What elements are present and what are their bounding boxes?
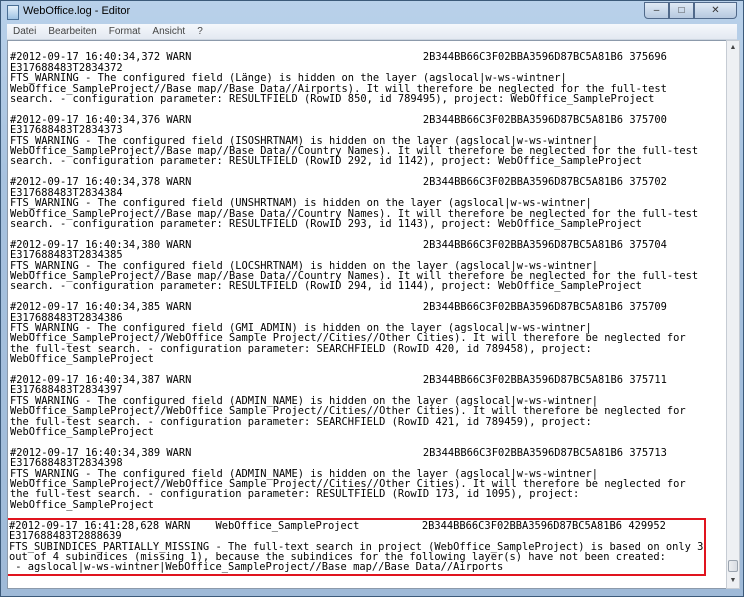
highlighted-log-entry: #2012-09-17 16:41:28,628 WARN WebOffice_…: [8, 517, 707, 576]
log-entry: #2012-09-17 16:40:34,389 WARN 2B344BB66C…: [10, 437, 702, 520]
notepad-icon: [7, 5, 19, 20]
log-line: search. - configuration parameter: RESUL…: [10, 155, 642, 168]
title-bar[interactable]: WebOffice.log - Editor – □ ✕: [1, 1, 743, 23]
vertical-scrollbar[interactable]: ▲ ▼: [726, 40, 740, 589]
log-entry: #2012-09-17 16:40:34,372 WARN 2B344BB66C…: [10, 42, 702, 104]
menu-datei[interactable]: Datei: [7, 26, 42, 37]
menu-help[interactable]: ?: [191, 26, 209, 37]
log-line: E317688483T2834385: [10, 249, 123, 262]
log-line: - agslocal|w-ws-wintner|WebOffice_Sample…: [9, 561, 504, 574]
menu-bearbeiten[interactable]: Bearbeiten: [42, 26, 102, 37]
log-line: search. - configuration parameter: RESUL…: [10, 93, 655, 106]
window-title: WebOffice.log - Editor: [23, 5, 131, 17]
log-line: FTS_WARNING - The configured field (UNSH…: [10, 197, 592, 210]
log-content[interactable]: #2012-09-17 16:40:34,372 WARN 2B344BB66C…: [8, 42, 707, 576]
editor-window: WebOffice.log - Editor – □ ✕ Datei Bearb…: [0, 0, 744, 597]
log-line: #2012-09-17 16:40:34,385 WARN 2B344BB66C…: [10, 301, 667, 314]
scroll-down-arrow-icon[interactable]: ▼: [727, 574, 739, 588]
log-line: search. - configuration parameter: RESUL…: [10, 217, 642, 230]
minimize-button[interactable]: –: [644, 2, 669, 19]
menu-bar: Datei Bearbeiten Format Ansicht ?: [7, 24, 737, 40]
menu-ansicht[interactable]: Ansicht: [146, 26, 191, 37]
log-entry: #2012-09-17 16:40:34,385 WARN 2B344BB66C…: [10, 292, 702, 365]
menu-format[interactable]: Format: [103, 26, 147, 37]
log-entry: #2012-09-17 16:40:34,378 WARN 2B344BB66C…: [10, 167, 702, 229]
log-line: E317688483T2888639: [9, 530, 122, 543]
scroll-up-arrow-icon[interactable]: ▲: [727, 41, 739, 55]
log-line: WebOffice_SampleProject: [10, 353, 154, 366]
maximize-button[interactable]: □: [669, 2, 694, 19]
log-line: search. - configuration parameter: RESUL…: [10, 280, 642, 293]
log-entry: #2012-09-17 16:40:34,387 WARN 2B344BB66C…: [10, 365, 702, 438]
log-line: WebOffice_SampleProject: [10, 426, 154, 439]
log-entry: #2012-09-17 16:40:34,376 WARN 2B344BB66C…: [10, 104, 702, 166]
close-button[interactable]: ✕: [694, 2, 737, 19]
scrollbar-thumb[interactable]: [728, 560, 738, 572]
log-line: WebOffice_SampleProject: [10, 498, 154, 511]
text-area[interactable]: #2012-09-17 16:40:34,372 WARN 2B344BB66C…: [7, 40, 727, 589]
log-entry: #2012-09-17 16:40:34,380 WARN 2B344BB66C…: [10, 229, 702, 291]
